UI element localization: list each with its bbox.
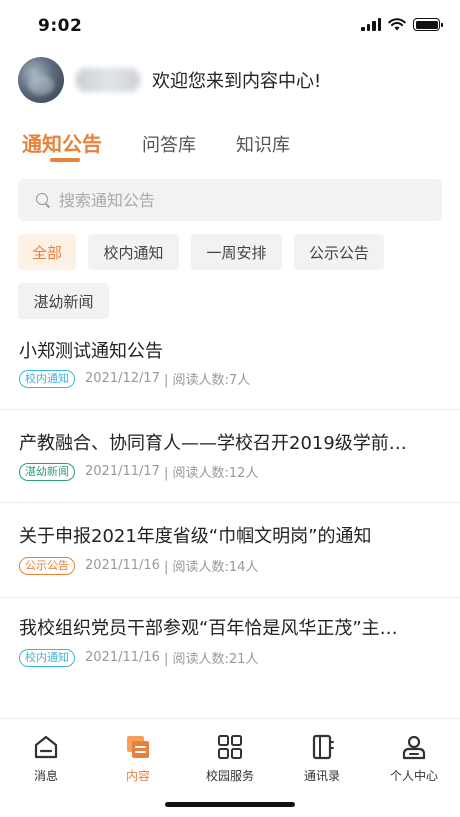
status-time: 9:02 bbox=[38, 16, 83, 36]
news-meta: 湛幼新闻 2021/11/17 | 阅读人数:12人 bbox=[19, 462, 258, 481]
news-date: 2021/12/17 bbox=[85, 371, 160, 386]
news-date: 2021/11/16 bbox=[85, 558, 160, 573]
battery-icon bbox=[413, 18, 443, 31]
filter-campus-notice[interactable]: 校内通知 bbox=[88, 234, 179, 270]
tab-qa[interactable]: 问答库 bbox=[142, 128, 196, 162]
nav-item-messages[interactable]: 消息 bbox=[0, 733, 92, 784]
news-date: 2021/11/17 bbox=[85, 464, 160, 479]
username-blurred bbox=[76, 68, 140, 92]
news-title: 我校组织党员干部参观“百年恰是风华正茂”主… bbox=[19, 618, 398, 639]
nav-item-campus-services[interactable]: 校园服务 bbox=[184, 733, 276, 784]
filter-all[interactable]: 全部 bbox=[18, 234, 76, 270]
list-item[interactable]: 关于申报2021年度省级“巾帼文明岗”的通知 公示公告 2021/11/16 |… bbox=[0, 503, 460, 598]
nav-label: 内容 bbox=[125, 769, 150, 783]
filter-public-notice[interactable]: 公示公告 bbox=[294, 234, 384, 270]
filter-weekly-schedule[interactable]: 一周安排 bbox=[191, 234, 282, 270]
status-icons bbox=[361, 18, 443, 31]
news-readers: | 阅读人数:12人 bbox=[163, 466, 259, 481]
news-meta: 公示公告 2021/11/16 | 阅读人数:14人 bbox=[19, 556, 258, 575]
news-readers: | 阅读人数:14人 bbox=[163, 560, 259, 575]
welcome-text: 欢迎您来到内容中心! bbox=[152, 71, 322, 92]
nav-label: 校园服务 bbox=[205, 769, 254, 783]
news-readers: | 阅读人数:21人 bbox=[163, 652, 259, 667]
nav-label: 通讯录 bbox=[303, 769, 340, 783]
news-date: 2021/11/16 bbox=[85, 650, 160, 665]
list-item[interactable]: 我校组织党员干部参观“百年恰是风华正茂”主… 校内通知 2021/11/16 |… bbox=[0, 598, 460, 690]
news-title: 小郑测试通知公告 bbox=[19, 341, 163, 362]
list-item[interactable]: 产教融合、协同育人——学校召开2019级学前… 湛幼新闻 2021/11/17 … bbox=[0, 410, 460, 503]
news-tag: 湛幼新闻 bbox=[19, 462, 75, 481]
tab-notices[interactable]: 通知公告 bbox=[22, 128, 102, 162]
status-bar: 9:02 bbox=[0, 0, 460, 54]
avatar[interactable] bbox=[18, 57, 64, 103]
wifi-icon bbox=[388, 18, 406, 31]
grid-icon bbox=[218, 735, 242, 759]
user-icon bbox=[402, 735, 426, 760]
nav-item-contacts[interactable]: 通讯录 bbox=[276, 733, 368, 784]
list-item[interactable]: 小郑测试通知公告 校内通知 2021/12/17 | 阅读人数:7人 bbox=[0, 325, 460, 410]
tab-knowledge[interactable]: 知识库 bbox=[236, 128, 290, 162]
tab-active-indicator bbox=[50, 158, 80, 162]
content-icon bbox=[127, 736, 149, 758]
search-bar[interactable] bbox=[18, 179, 442, 221]
welcome-header: 欢迎您来到内容中心! bbox=[18, 57, 321, 103]
home-indicator[interactable] bbox=[165, 802, 295, 807]
search-icon bbox=[36, 192, 51, 208]
nav-label: 消息 bbox=[33, 769, 58, 783]
search-input[interactable] bbox=[59, 190, 399, 210]
contacts-icon bbox=[312, 734, 334, 760]
news-title: 产教融合、协同育人——学校召开2019级学前… bbox=[19, 433, 407, 454]
signal-icon bbox=[361, 18, 381, 31]
news-tag: 公示公告 bbox=[19, 556, 75, 575]
nav-item-content[interactable]: 内容 bbox=[92, 733, 184, 784]
news-tag: 校内通知 bbox=[19, 648, 75, 667]
news-title: 关于申报2021年度省级“巾帼文明岗”的通知 bbox=[19, 526, 372, 547]
news-meta: 校内通知 2021/12/17 | 阅读人数:7人 bbox=[19, 369, 250, 388]
news-meta: 校内通知 2021/11/16 | 阅读人数:21人 bbox=[19, 648, 258, 667]
content-tabs: 通知公告 问答库 知识库 bbox=[22, 128, 330, 168]
filter-school-news[interactable]: 湛幼新闻 bbox=[18, 283, 109, 319]
news-tag: 校内通知 bbox=[19, 369, 75, 388]
news-readers: | 阅读人数:7人 bbox=[163, 373, 251, 388]
home-icon bbox=[34, 735, 58, 759]
nav-item-profile[interactable]: 个人中心 bbox=[368, 733, 460, 784]
nav-label: 个人中心 bbox=[389, 769, 438, 783]
